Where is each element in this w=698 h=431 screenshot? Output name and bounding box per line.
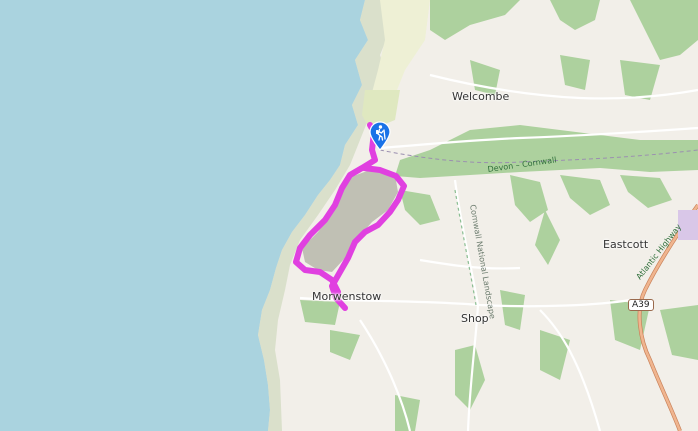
route-start-marker[interactable] [368, 121, 392, 151]
map-view[interactable]: Devon – Cornwall Atlantic Highway Cornwa… [0, 0, 698, 431]
place-label-morwenstow: Morwenstow [312, 290, 382, 303]
hiker-icon [369, 121, 391, 151]
place-label-shop: Shop [461, 312, 489, 325]
place-label-welcombe: Welcombe [452, 90, 510, 103]
industrial-area [678, 210, 698, 240]
place-label-eastcott: Eastcott [603, 238, 649, 251]
road-shield-a39: A39 [628, 299, 654, 311]
map-canvas: Devon – Cornwall Atlantic Highway Cornwa… [0, 0, 698, 431]
